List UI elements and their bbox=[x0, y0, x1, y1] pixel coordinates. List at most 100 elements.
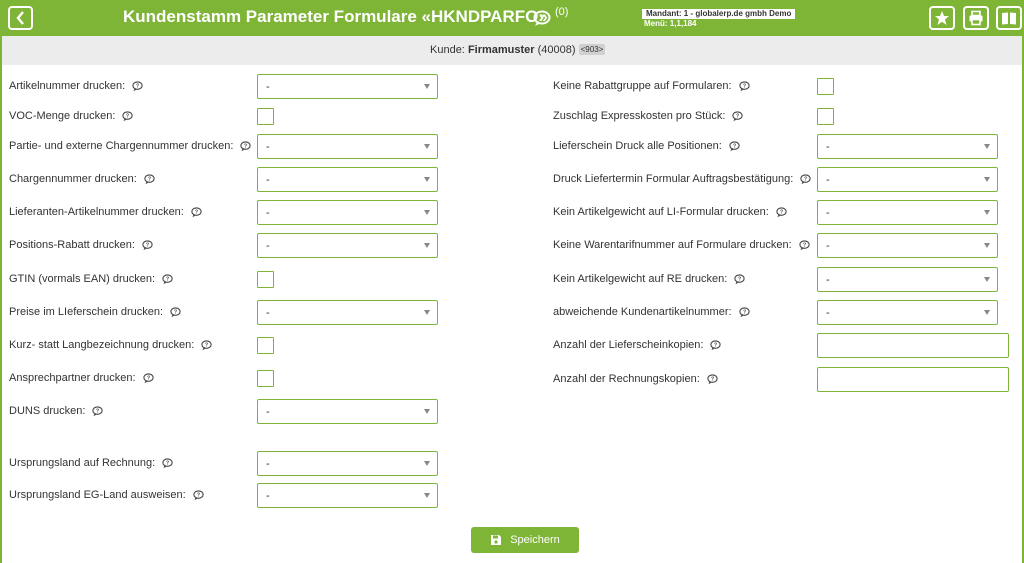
svg-text:?: ? bbox=[733, 143, 736, 149]
dropdown-arrow-icon bbox=[984, 310, 990, 315]
chat-icon[interactable]: ? bbox=[710, 339, 722, 351]
select-druck-liefertermin-formular-auftragsbestätigung[interactable]: - bbox=[817, 167, 998, 192]
checkbox-voc-menge-drucken[interactable] bbox=[257, 108, 274, 125]
field-label-anzahl-der-lieferscheinkopien: Anzahl der Lieferscheinkopien:? bbox=[553, 338, 722, 352]
chat-icon[interactable]: ? bbox=[144, 173, 155, 185]
chat-icon[interactable]: ? bbox=[240, 140, 252, 152]
save-button[interactable]: Speichern bbox=[471, 527, 579, 553]
dropdown-arrow-icon bbox=[984, 144, 990, 149]
chat-icon[interactable]: ? bbox=[162, 273, 173, 285]
svg-text:?: ? bbox=[540, 14, 545, 23]
chat-icon[interactable]: ? bbox=[122, 110, 134, 122]
select-lieferschein-druck-alle-positionen[interactable]: - bbox=[817, 134, 998, 159]
customer-name: Firmamuster bbox=[467, 44, 535, 56]
field-label-partie-und-externe-chargennummer-drucken: Partie- und externe Chargennummer drucke… bbox=[9, 139, 252, 153]
field-label-lieferschein-druck-alle-positionen: Lieferschein Druck alle Positionen:? bbox=[553, 139, 740, 153]
select-kein-artikelgewicht-auf-re-drucken[interactable]: - bbox=[817, 267, 998, 292]
comment-count: (0) bbox=[555, 6, 569, 18]
select-ursprungsland-eg-land-ausweisen[interactable]: - bbox=[257, 483, 438, 508]
select-value: - bbox=[266, 306, 270, 319]
select-positions-rabatt-drucken[interactable]: - bbox=[257, 233, 438, 258]
svg-text:?: ? bbox=[197, 492, 200, 498]
select-ursprungsland-auf-rechnung[interactable]: - bbox=[257, 451, 438, 476]
title-bar: Kundenstamm Parameter Formulare «HKNDPAR… bbox=[2, 0, 1022, 36]
label-text: Keine Rabattgruppe auf Formularen: bbox=[553, 80, 732, 92]
chat-icon[interactable]: ? bbox=[142, 239, 153, 251]
chat-icon[interactable]: ? bbox=[776, 206, 787, 218]
dropdown-arrow-icon bbox=[984, 210, 990, 215]
star-icon bbox=[935, 11, 949, 25]
svg-text:?: ? bbox=[711, 376, 714, 382]
select-value: - bbox=[266, 239, 270, 252]
input-anzahl-der-lieferscheinkopien[interactable] bbox=[817, 333, 1009, 358]
checkbox-zuschlag-expresskosten-pro-stück[interactable] bbox=[817, 108, 834, 125]
customer-prefix: Kunde: bbox=[430, 44, 465, 56]
chat-icon[interactable]: ? bbox=[800, 173, 811, 185]
select-lieferanten-artikelnummer-drucken[interactable]: - bbox=[257, 200, 438, 225]
select-value: - bbox=[826, 239, 830, 252]
back-icon bbox=[15, 11, 24, 25]
chat-icon[interactable]: ? bbox=[170, 306, 181, 318]
select-value: - bbox=[266, 173, 270, 186]
dropdown-arrow-icon bbox=[424, 493, 430, 498]
print-icon bbox=[969, 10, 983, 26]
dropdown-arrow-icon bbox=[424, 243, 430, 248]
print-button[interactable] bbox=[963, 6, 989, 30]
chat-icon[interactable]: ? bbox=[201, 339, 212, 351]
field-label-ursprungsland-eg-land-ausweisen: Ursprungsland EG-Land ausweisen:? bbox=[9, 488, 204, 502]
save-label: Speichern bbox=[510, 534, 560, 546]
svg-text:?: ? bbox=[166, 460, 169, 466]
field-label-preise-im-lieferschein-drucken: Preise im LIeferschein drucken:? bbox=[9, 305, 181, 319]
checkbox-kurz-statt-langbezeichnung-drucken[interactable] bbox=[257, 337, 274, 354]
field-label-voc-menge-drucken: VOC-Menge drucken:? bbox=[9, 109, 134, 123]
label-text: Preise im LIeferschein drucken: bbox=[9, 306, 164, 318]
chat-icon[interactable]: ? bbox=[738, 80, 750, 92]
label-text: Anzahl der Lieferscheinkopien: bbox=[553, 339, 704, 351]
svg-text:?: ? bbox=[174, 309, 177, 315]
chat-icon[interactable]: ? bbox=[142, 372, 154, 384]
svg-text:?: ? bbox=[146, 242, 149, 248]
field-label-druck-liefertermin-formular-auftragsbestätigung: Druck Liefertermin Formular Auftragsbest… bbox=[553, 172, 811, 186]
chat-icon[interactable]: ? bbox=[533, 10, 551, 27]
chat-icon[interactable]: ? bbox=[734, 273, 745, 285]
checkbox-ansprechpartner-drucken[interactable] bbox=[257, 370, 274, 387]
field-label-gtin-vormals-ean-drucken: GTIN (vormals EAN) drucken:? bbox=[9, 272, 173, 286]
select-chargennummer-drucken[interactable]: - bbox=[257, 167, 438, 192]
select-abweichende-kundenartikelnummer[interactable]: - bbox=[817, 300, 998, 325]
checkbox-keine-rabattgruppe-auf-formularen[interactable] bbox=[817, 78, 834, 95]
select-duns-drucken[interactable]: - bbox=[257, 399, 438, 424]
field-label-zuschlag-expresskosten-pro-stück: Zuschlag Expresskosten pro Stück:? bbox=[553, 109, 744, 123]
favorite-button[interactable] bbox=[929, 6, 955, 30]
label-text: Kurz- statt Langbezeichnung drucken: bbox=[9, 339, 195, 351]
chat-icon[interactable]: ? bbox=[798, 239, 810, 251]
dropdown-arrow-icon bbox=[424, 310, 430, 315]
chat-icon[interactable]: ? bbox=[732, 110, 744, 122]
select-artikelnummer-drucken[interactable]: - bbox=[257, 74, 438, 99]
chat-icon[interactable]: ? bbox=[132, 80, 143, 92]
select-keine-warentarifnummer-auf-formulare-drucken[interactable]: - bbox=[817, 233, 998, 258]
back-button[interactable] bbox=[8, 6, 33, 30]
dropdown-arrow-icon bbox=[424, 177, 430, 182]
input-anzahl-der-rechnungskopien[interactable] bbox=[817, 367, 1009, 392]
select-kein-artikelgewicht-auf-li-formular-drucken[interactable]: - bbox=[817, 200, 998, 225]
select-value: - bbox=[266, 405, 270, 418]
chat-icon[interactable]: ? bbox=[191, 206, 202, 218]
help-button[interactable] bbox=[996, 6, 1022, 30]
checkbox-gtin-vormals-ean-drucken[interactable] bbox=[257, 271, 274, 288]
select-preise-im-lieferschein-drucken[interactable]: - bbox=[257, 300, 438, 325]
field-label-kurz-statt-langbezeichnung-drucken: Kurz- statt Langbezeichnung drucken:? bbox=[9, 338, 212, 352]
svg-text:?: ? bbox=[714, 342, 717, 348]
svg-text:?: ? bbox=[743, 309, 746, 315]
chat-icon[interactable]: ? bbox=[162, 457, 173, 469]
chat-icon[interactable]: ? bbox=[707, 373, 718, 385]
chat-icon[interactable]: ? bbox=[193, 489, 204, 501]
select-value: - bbox=[826, 273, 830, 286]
svg-text:?: ? bbox=[736, 113, 739, 119]
select-value: - bbox=[266, 80, 270, 93]
select-partie-und-externe-chargennummer-drucken[interactable]: - bbox=[257, 134, 438, 159]
label-text: Partie- und externe Chargennummer drucke… bbox=[9, 140, 234, 152]
chat-icon[interactable]: ? bbox=[92, 405, 104, 417]
select-value: - bbox=[826, 140, 830, 153]
chat-icon[interactable]: ? bbox=[729, 140, 740, 152]
chat-icon[interactable]: ? bbox=[738, 306, 750, 318]
